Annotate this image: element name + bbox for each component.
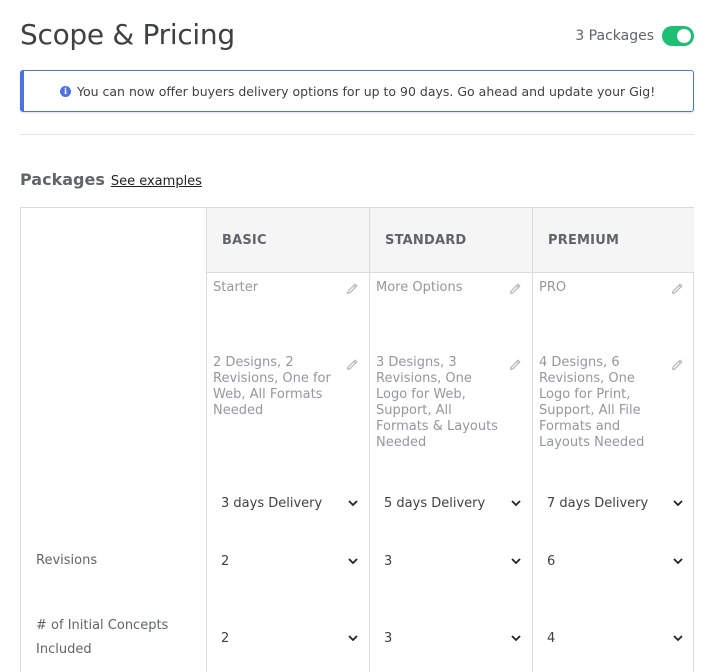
edit-pencil-icon[interactable]: [508, 282, 522, 296]
package-name-input-basic[interactable]: Starter: [213, 280, 363, 296]
revisions-select-standard[interactable]: 3: [384, 551, 522, 571]
edit-pencil-icon[interactable]: [508, 358, 522, 372]
edit-pencil-icon[interactable]: [670, 282, 684, 296]
package-description-input-standard[interactable]: 3 Designs, 3 Revisions, One Logo for Web…: [376, 355, 504, 451]
see-examples-link[interactable]: See examples: [111, 174, 202, 189]
delivery-value: 7 days Delivery: [547, 495, 649, 511]
revisions-row-label: Revisions: [36, 553, 98, 568]
package-header-premium: PREMIUM: [533, 208, 694, 273]
chevron-down-icon: [511, 635, 521, 642]
package-header-standard: STANDARD: [370, 208, 532, 273]
chevron-down-icon: [348, 635, 358, 642]
package-name-input-premium[interactable]: PRO: [539, 280, 689, 296]
packages-toggle-label: 3 Packages: [575, 28, 654, 44]
chevron-down-icon: [511, 558, 521, 565]
notice-text: You can now offer buyers delivery option…: [77, 83, 656, 99]
chevron-down-icon: [348, 500, 358, 507]
concepts-select-basic[interactable]: 2: [221, 628, 359, 648]
concepts-select-standard[interactable]: 3: [384, 628, 522, 648]
edit-pencil-icon[interactable]: [670, 358, 684, 372]
toggle-knob: [677, 29, 691, 43]
package-column-basic: BASIC Starter 2 Designs, 2 Revisions, On…: [206, 208, 369, 672]
page-title: Scope & Pricing: [20, 18, 235, 51]
packages-heading: Packages See examples: [20, 170, 202, 189]
delivery-select-premium[interactable]: 7 days Delivery: [547, 493, 684, 513]
info-icon: i: [60, 85, 71, 97]
delivery-notice: i You can now offer buyers delivery opti…: [20, 70, 694, 112]
revisions-select-premium[interactable]: 6: [547, 551, 684, 571]
chevron-down-icon: [673, 635, 683, 642]
delivery-select-basic[interactable]: 3 days Delivery: [221, 493, 359, 513]
edit-pencil-icon[interactable]: [345, 358, 359, 372]
concepts-value: 4: [547, 630, 556, 646]
packages-toggle-group: 3 Packages: [575, 26, 694, 46]
packages-table: Revisions # of Initial Concepts Included…: [20, 207, 694, 672]
package-description-input-premium[interactable]: 4 Designs, 6 Revisions, One Logo for Pri…: [539, 355, 667, 451]
revisions-value: 3: [384, 553, 393, 569]
revisions-select-basic[interactable]: 2: [221, 551, 359, 571]
delivery-value: 3 days Delivery: [221, 495, 323, 511]
delivery-select-standard[interactable]: 5 days Delivery: [384, 493, 522, 513]
package-column-premium: PREMIUM PRO 4 Designs, 6 Revisions, One …: [532, 208, 694, 672]
packages-toggle[interactable]: [662, 26, 694, 46]
package-header-basic: BASIC: [207, 208, 369, 273]
chevron-down-icon: [673, 558, 683, 565]
edit-pencil-icon[interactable]: [345, 282, 359, 296]
package-description-input-basic[interactable]: 2 Designs, 2 Revisions, One for Web, All…: [213, 355, 341, 419]
concepts-select-premium[interactable]: 4: [547, 628, 684, 648]
concepts-value: 3: [384, 630, 393, 646]
chevron-down-icon: [673, 500, 683, 507]
package-column-standard: STANDARD More Options 3 Designs, 3 Revis…: [369, 208, 532, 672]
packages-title: Packages: [20, 170, 105, 189]
row-label-column: Revisions # of Initial Concepts Included: [21, 208, 206, 672]
revisions-value: 6: [547, 553, 556, 569]
package-name-input-standard[interactable]: More Options: [376, 280, 526, 296]
delivery-value: 5 days Delivery: [384, 495, 486, 511]
chevron-down-icon: [348, 558, 358, 565]
section-divider: [20, 134, 694, 135]
concepts-value: 2: [221, 630, 230, 646]
concepts-row-label: # of Initial Concepts Included: [36, 618, 169, 657]
revisions-value: 2: [221, 553, 230, 569]
chevron-down-icon: [511, 500, 521, 507]
